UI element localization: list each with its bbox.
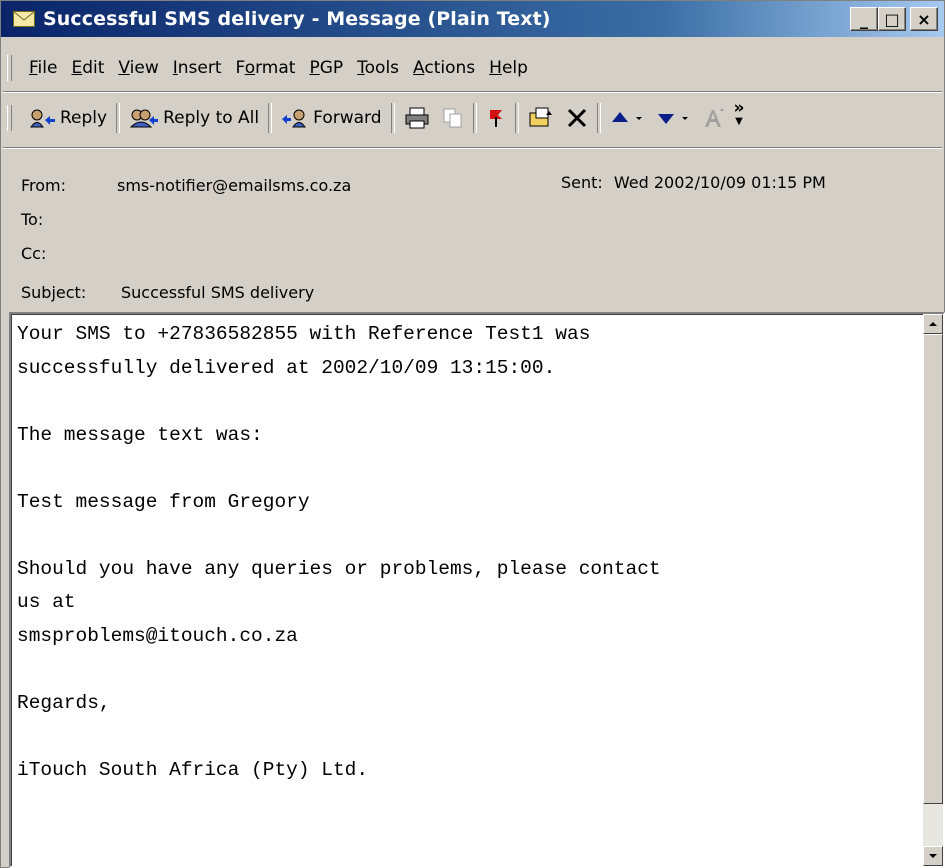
title-bar[interactable]: Successful SMS delivery - Message (Plain… xyxy=(1,1,944,37)
reply-label: Reply xyxy=(60,108,108,128)
subject-label: Subject: xyxy=(21,282,87,302)
move-to-folder-button[interactable] xyxy=(522,101,560,135)
scroll-down-arrow-icon xyxy=(929,854,937,858)
forward-button[interactable]: Forward xyxy=(275,101,387,135)
menu-format[interactable]: Format xyxy=(229,58,303,78)
maximize-button[interactable]: □ xyxy=(878,7,906,31)
menu-actions[interactable]: Actions xyxy=(406,58,482,78)
sent-label: Sent: xyxy=(561,173,603,192)
scrollbar-thumb[interactable] xyxy=(923,334,943,804)
reply-button[interactable]: Reply xyxy=(22,101,113,135)
reply-all-button[interactable]: Reply to All xyxy=(123,101,265,135)
toolbar-header-divider xyxy=(3,147,942,149)
menu-insert[interactable]: Insert xyxy=(166,58,229,78)
move-folder-icon xyxy=(528,107,554,129)
menu-bar: File Edit View Insert Format PGP Tools A… xyxy=(7,51,535,85)
next-item-button[interactable] xyxy=(650,101,696,135)
maximize-icon: □ xyxy=(884,9,900,29)
font-size-button[interactable] xyxy=(696,101,732,135)
sent-row: Sent: Wed 2002/10/09 01:15 PM xyxy=(561,173,826,192)
envelope-icon xyxy=(11,9,37,29)
toolbar-separator xyxy=(596,103,601,133)
menu-help[interactable]: Help xyxy=(482,58,535,78)
flag-button[interactable] xyxy=(480,101,512,135)
copy-icon xyxy=(442,107,464,129)
menu-tools[interactable]: Tools xyxy=(350,58,406,78)
message-body[interactable]: Your SMS to +27836582855 with Reference … xyxy=(9,312,945,868)
font-size-icon xyxy=(702,107,726,129)
overflow-dropdown-icon: ▼ xyxy=(735,116,743,127)
dropdown-arrow-icon[interactable] xyxy=(680,109,690,127)
down-arrow-icon xyxy=(656,109,676,127)
to-label: To: xyxy=(21,209,44,229)
forward-label: Forward xyxy=(313,108,382,128)
sent-value: Wed 2002/10/09 01:15 PM xyxy=(613,173,826,192)
previous-item-button[interactable] xyxy=(604,101,650,135)
toolbar-separator xyxy=(116,103,121,133)
menu-grip[interactable] xyxy=(7,55,12,81)
from-row: From: sms-notifier@emailsms.co.za xyxy=(21,173,351,197)
overflow-chevron-icon: » xyxy=(733,98,745,118)
menu-edit[interactable]: Edit xyxy=(64,58,111,78)
vertical-scrollbar[interactable] xyxy=(923,314,943,866)
toolbar-separator xyxy=(390,103,395,133)
forward-icon xyxy=(281,108,309,128)
toolbar-overflow-button[interactable]: » ▼ xyxy=(732,98,747,135)
message-body-text[interactable]: Your SMS to +27836582855 with Reference … xyxy=(17,318,917,787)
reply-all-label: Reply to All xyxy=(163,108,260,128)
minimize-button[interactable]: _ xyxy=(850,7,878,31)
delete-button[interactable] xyxy=(560,101,594,135)
from-value[interactable]: sms-notifier@emailsms.co.za xyxy=(117,176,351,195)
up-arrow-icon xyxy=(610,109,630,127)
cc-label: Cc: xyxy=(21,243,47,263)
copy-button[interactable] xyxy=(436,101,470,135)
reply-all-icon xyxy=(129,108,159,128)
menu-toolbar-divider xyxy=(3,91,942,93)
delete-icon xyxy=(566,107,588,129)
print-button[interactable] xyxy=(398,101,436,135)
toolbar-separator xyxy=(514,103,519,133)
scroll-up-button[interactable] xyxy=(923,314,943,334)
standard-toolbar: Reply Reply to All Forward » ▼ xyxy=(7,97,747,139)
toolbar-grip[interactable] xyxy=(7,105,12,131)
from-label: From: xyxy=(21,175,67,195)
to-row: To: xyxy=(21,207,117,231)
dropdown-arrow-icon[interactable] xyxy=(634,109,644,127)
minimize-icon: _ xyxy=(860,9,868,29)
cc-row: Cc: xyxy=(21,241,117,265)
close-icon: × xyxy=(917,9,931,29)
flag-icon xyxy=(486,107,506,129)
window-title: Successful SMS delivery - Message (Plain… xyxy=(43,8,551,30)
scroll-up-arrow-icon xyxy=(929,322,937,326)
toolbar-separator xyxy=(472,103,477,133)
printer-icon xyxy=(404,107,430,129)
toolbar-separator xyxy=(268,103,273,133)
reply-icon xyxy=(28,108,56,128)
menu-pgp[interactable]: PGP xyxy=(302,58,350,78)
message-window: Successful SMS delivery - Message (Plain… xyxy=(0,0,945,868)
menu-file[interactable]: File xyxy=(22,58,64,78)
subject-row: Subject: Successful SMS delivery xyxy=(21,280,314,304)
close-button[interactable]: × xyxy=(910,7,938,31)
scroll-down-button[interactable] xyxy=(923,846,943,866)
menu-view[interactable]: View xyxy=(111,58,165,78)
subject-value: Successful SMS delivery xyxy=(121,282,315,302)
